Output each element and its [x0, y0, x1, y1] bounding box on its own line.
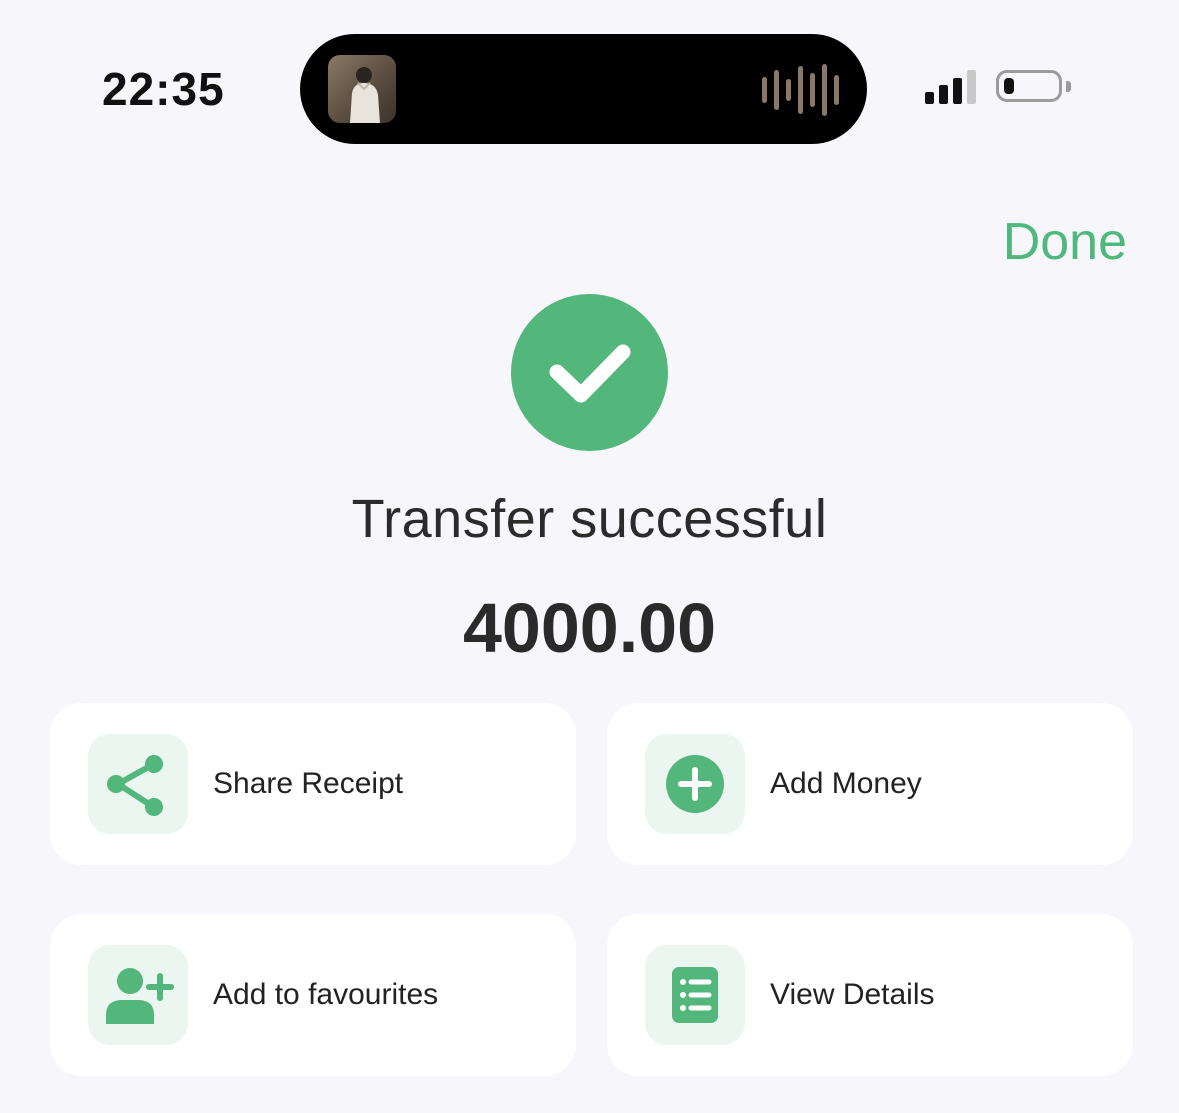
- add-to-favourites-label: Add to favourites: [213, 978, 439, 1011]
- dynamic-island[interactable]: [300, 34, 867, 144]
- add-user-icon: [88, 945, 188, 1045]
- success-check-icon: [511, 294, 668, 451]
- add-to-favourites-button[interactable]: Add to favourites: [50, 914, 576, 1076]
- status-time: 22:35: [102, 63, 225, 115]
- share-receipt-button[interactable]: Share Receipt: [50, 703, 576, 865]
- add-money-label: Add Money: [770, 767, 922, 800]
- result-title: Transfer successful: [351, 489, 828, 549]
- view-details-label: View Details: [770, 978, 935, 1011]
- share-icon: [88, 734, 188, 834]
- add-money-button[interactable]: Add Money: [607, 703, 1133, 865]
- list-icon: [645, 945, 745, 1045]
- plus-circle-icon: [645, 734, 745, 834]
- battery-icon: [996, 70, 1062, 102]
- view-details-button[interactable]: View Details: [607, 914, 1133, 1076]
- share-receipt-label: Share Receipt: [213, 767, 404, 800]
- album-art: [328, 55, 396, 123]
- battery-level: [1004, 78, 1014, 94]
- transfer-amount: 4000.00: [462, 589, 717, 667]
- battery-tip: [1066, 81, 1071, 92]
- audio-waveform-icon: [762, 62, 839, 118]
- cellular-signal-icon: [925, 70, 976, 104]
- done-button[interactable]: Done: [1003, 212, 1127, 272]
